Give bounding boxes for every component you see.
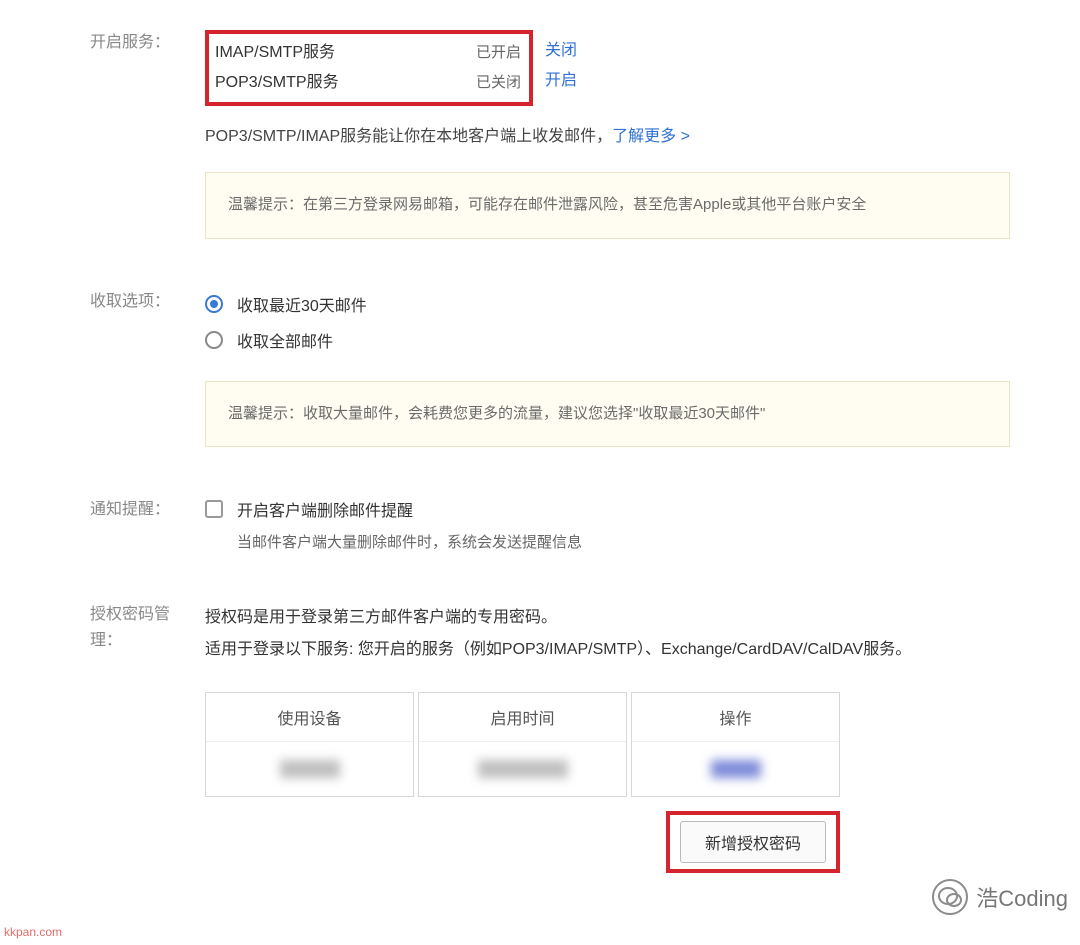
label-fetch: 收取选项： [30,289,205,448]
service-status-pop3: 已关闭 [473,68,521,98]
auth-header-time: 启用时间 [419,693,626,742]
watermark-left: kkpan.com [4,925,62,939]
service-action-open[interactable]: 开启 [545,72,577,89]
section-notify: 通知提醒： 开启客户端删除邮件提醒 当邮件客户端大量删除邮件时，系统会发送提醒信… [30,497,1050,552]
checkbox-label: 开启客户端删除邮件提醒 [237,497,413,521]
service-name-pop3: POP3/SMTP服务 [215,68,473,98]
learn-more-link[interactable]: 了解更多 > [612,128,690,145]
add-auth-button[interactable]: 新增授权密码 [680,821,826,863]
service-name-imap: IMAP/SMTP服务 [215,38,473,68]
auth-cell-device [280,760,340,778]
service-action-close[interactable]: 关闭 [545,42,577,59]
radio-label: 收取最近30天邮件 [237,292,367,316]
label-service: 开启服务： [30,30,205,239]
tip-service: 温馨提示：在第三方登录网易邮箱，可能存在邮件泄露风险，甚至危害Apple或其他平… [205,172,1010,239]
auth-header-device: 使用设备 [206,693,413,742]
auth-text-1: 授权码是用于登录第三方邮件客户端的专用密码。 [205,602,1050,634]
section-service: 开启服务： IMAP/SMTP服务 已开启 POP3/SMTP服务 已关闭 关闭 [30,30,1050,239]
radio-icon [205,331,223,349]
label-notify: 通知提醒： [30,497,205,552]
notify-desc: 当邮件客户端大量删除邮件时，系统会发送提醒信息 [237,531,1050,552]
auth-table: 使用设备 启用时间 操作 [205,692,840,797]
watermark-right-text: 浩Coding [976,881,1068,913]
checkbox-delete-notify[interactable] [205,500,223,518]
service-desc: POP3/SMTP/IMAP服务能让你在本地客户端上收发邮件， [205,128,612,145]
section-auth: 授权密码管理： 授权码是用于登录第三方邮件客户端的专用密码。 适用于登录以下服务… [30,602,1050,873]
radio-recent-30[interactable]: 收取最近30天邮件 [205,289,1050,319]
wechat-icon [932,879,968,915]
auth-header-action: 操作 [632,693,839,742]
tip-fetch: 温馨提示：收取大量邮件，会耗费您更多的流量，建议您选择"收取最近30天邮件" [205,381,1010,448]
service-status-imap: 已开启 [473,38,521,68]
service-highlight-box: IMAP/SMTP服务 已开启 POP3/SMTP服务 已关闭 [205,30,533,106]
section-fetch: 收取选项： 收取最近30天邮件 收取全部邮件 温馨提示：收取大量邮件，会耗费您更… [30,289,1050,448]
auth-cell-time [478,760,568,778]
auth-text-2: 适用于登录以下服务: 您开启的服务（例如POP3/IMAP/SMTP）、Exch… [205,634,1050,666]
watermark-right: 浩Coding [932,879,1068,915]
radio-label: 收取全部邮件 [237,328,333,352]
auth-cell-action[interactable] [711,760,761,778]
label-auth: 授权密码管理： [30,602,205,873]
add-auth-highlight: 新增授权密码 [666,811,840,873]
radio-icon [205,295,223,313]
radio-all[interactable]: 收取全部邮件 [205,325,1050,355]
